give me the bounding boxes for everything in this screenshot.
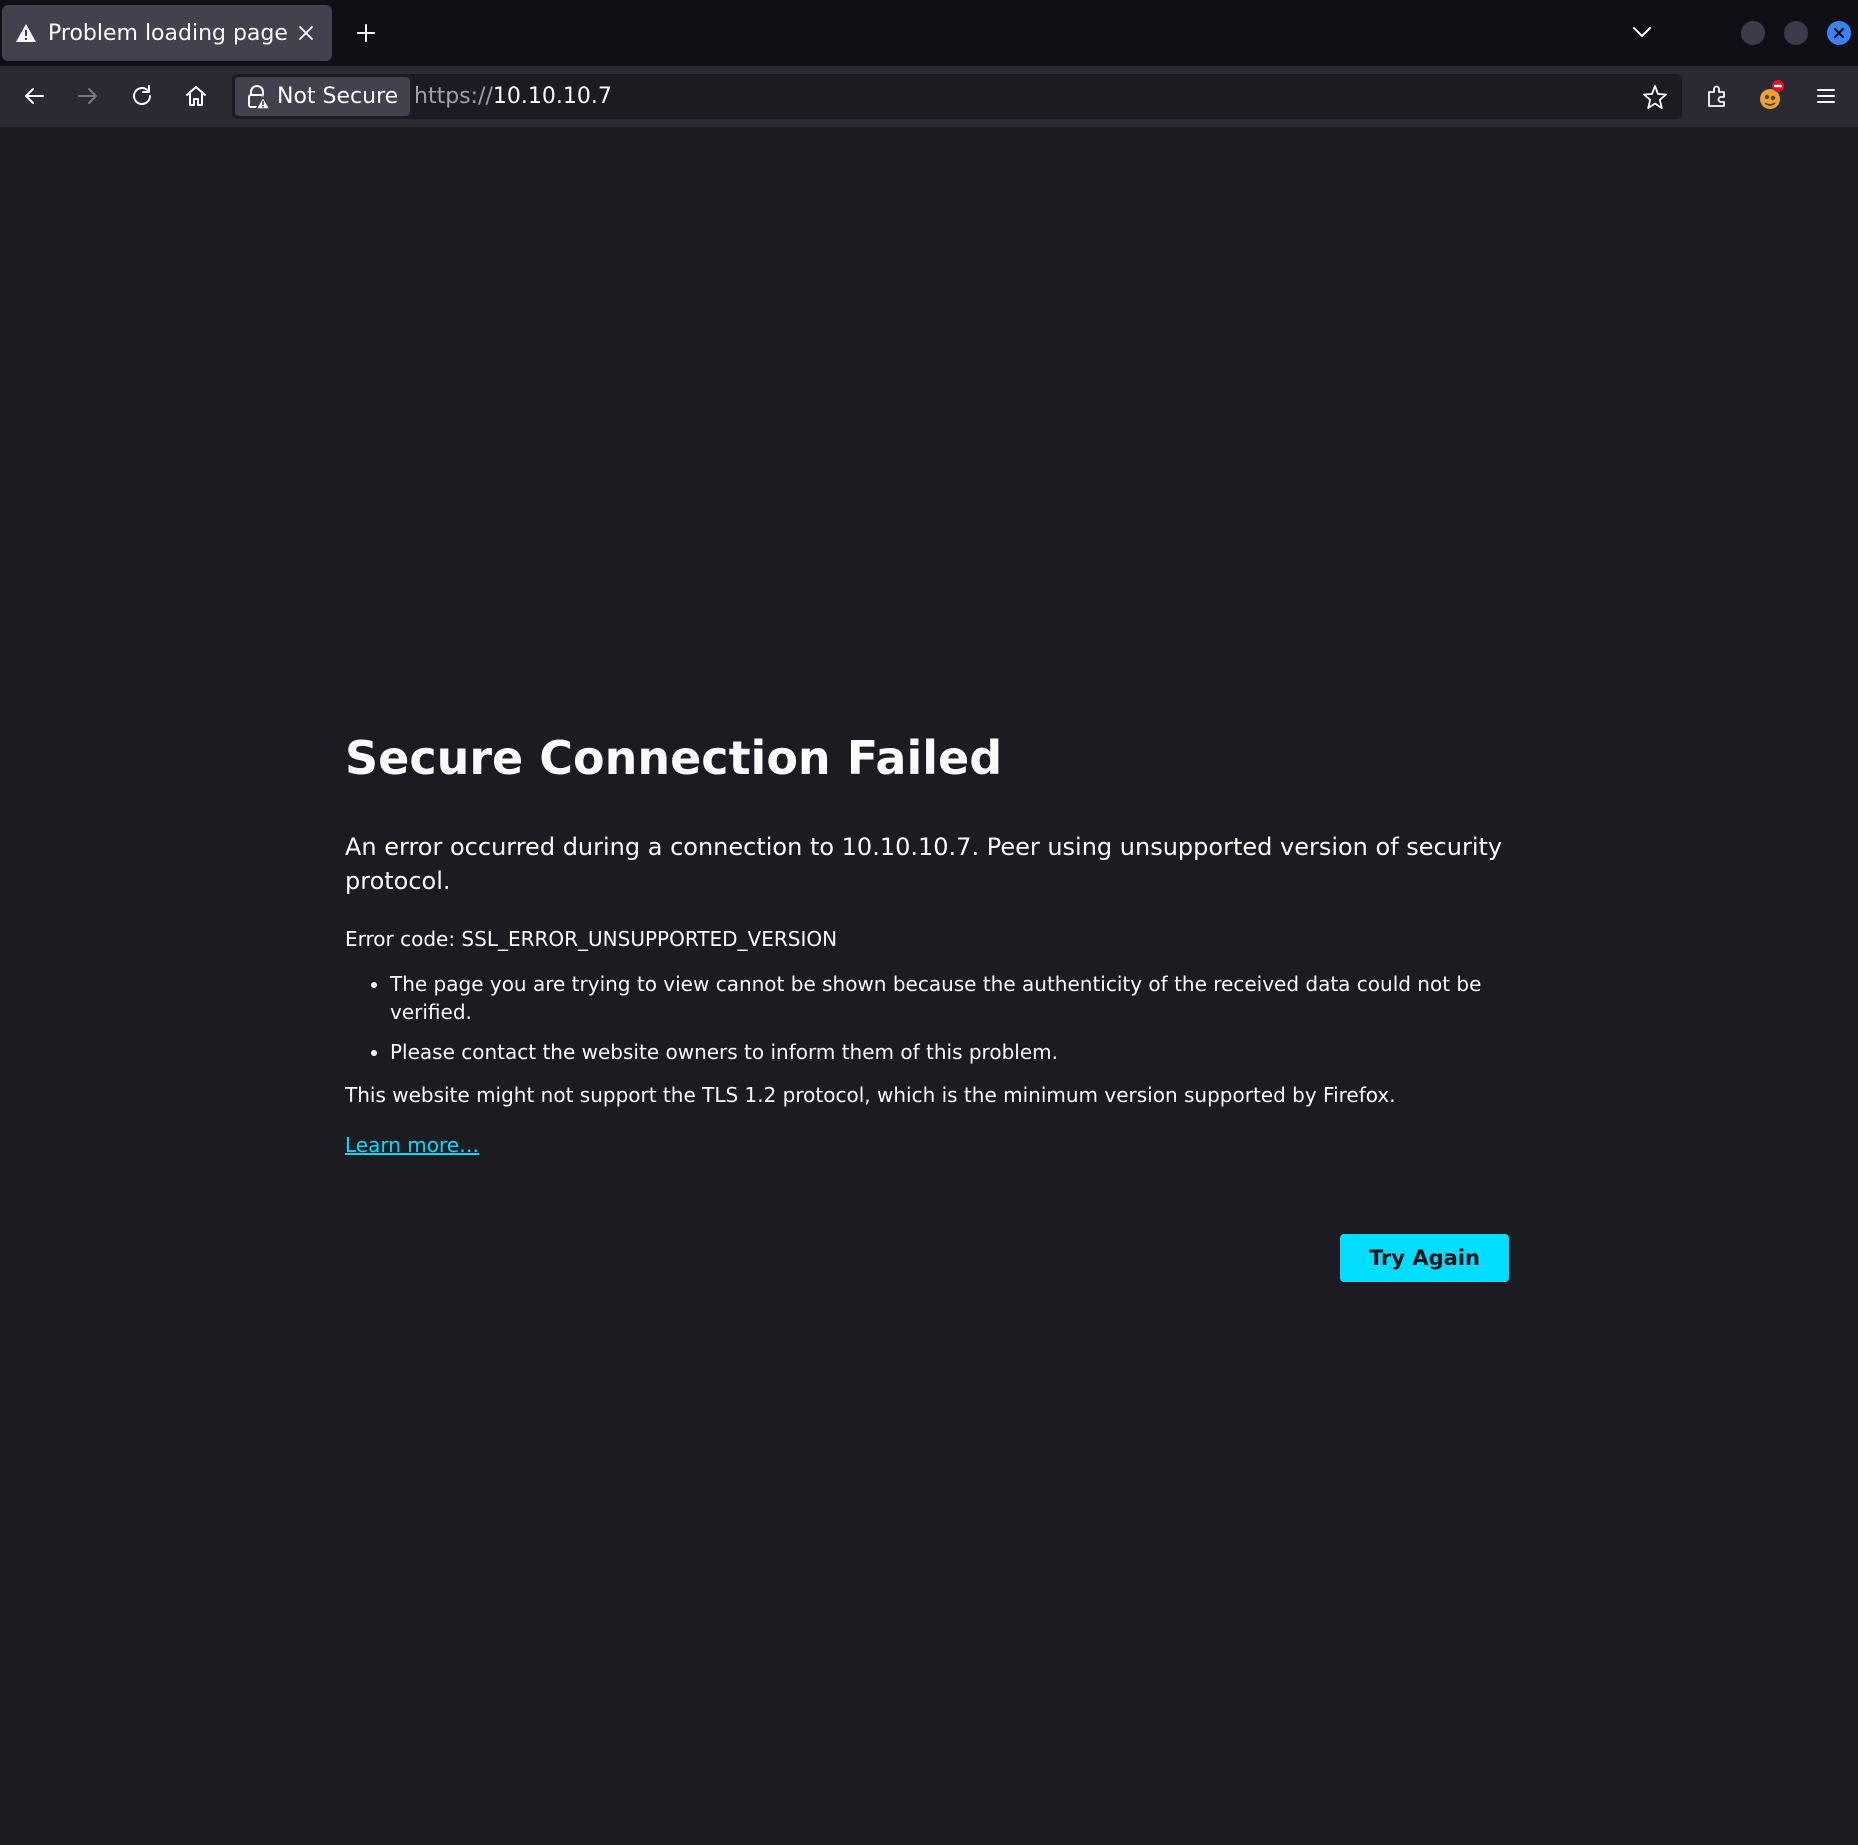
app-menu-button[interactable] (1810, 80, 1842, 112)
tls-note: This website might not support the TLS 1… (345, 1083, 1396, 1107)
reload-icon (133, 85, 151, 105)
home-icon (186, 86, 206, 106)
close-tab-icon[interactable] (292, 19, 320, 47)
list-item: The page you are trying to view cannot b… (390, 970, 1510, 1026)
url-bar[interactable]: Not Secure https://10.10.10.7 (232, 74, 1682, 119)
close-icon (1833, 27, 1845, 39)
extension-addon-icon (1760, 80, 1784, 109)
learn-more-link[interactable]: Learn more… (345, 1130, 479, 1160)
hamburger-menu-icon (1817, 89, 1835, 103)
insecure-lock-icon (245, 84, 271, 110)
warning-icon (14, 21, 38, 45)
error-container: Secure Connection Failed An error occurr… (345, 726, 1510, 1160)
site-identity-button[interactable]: Not Secure (235, 77, 411, 116)
navigation-toolbar: Not Secure https://10.10.10.7 (0, 66, 1858, 127)
tab-title: Problem loading page (48, 20, 288, 46)
window-minimize-button[interactable] (1741, 21, 1765, 45)
not-secure-label: Not Secure (277, 84, 399, 109)
tab-strip: Problem loading page (0, 0, 1858, 66)
bookmark-star-icon[interactable] (1640, 82, 1670, 112)
error-code: Error code: SSL_ERROR_UNSUPPORTED_VERSIO… (345, 927, 838, 951)
puzzle-piece-icon (1708, 85, 1725, 107)
window-maximize-button[interactable] (1784, 21, 1808, 45)
tab-problem-loading[interactable]: Problem loading page (2, 5, 332, 61)
new-tab-icon[interactable] (352, 19, 380, 47)
window-close-button[interactable] (1827, 21, 1851, 45)
url-text[interactable]: https://10.10.10.7 (414, 74, 612, 119)
forward-button[interactable] (72, 80, 104, 112)
url-scheme: https:// (414, 84, 493, 109)
chevron-down-icon[interactable] (1628, 18, 1656, 46)
reload-button[interactable] (126, 80, 158, 112)
home-button[interactable] (180, 80, 212, 112)
arrow-left-icon (25, 88, 44, 104)
url-host: 10.10.10.7 (492, 84, 612, 109)
back-button[interactable] (18, 80, 50, 112)
list-item: Please contact the website owners to inf… (390, 1038, 1510, 1066)
page-title: Secure Connection Failed (345, 731, 1003, 785)
error-bullet-list: The page you are trying to view cannot b… (345, 970, 1510, 1066)
try-again-button[interactable]: Try Again (1340, 1234, 1509, 1282)
extension-addon-button[interactable] (1756, 80, 1788, 112)
error-description: An error occurred during a connection to… (345, 833, 1503, 895)
arrow-right-icon (78, 88, 97, 104)
extensions-button[interactable] (1702, 80, 1734, 112)
